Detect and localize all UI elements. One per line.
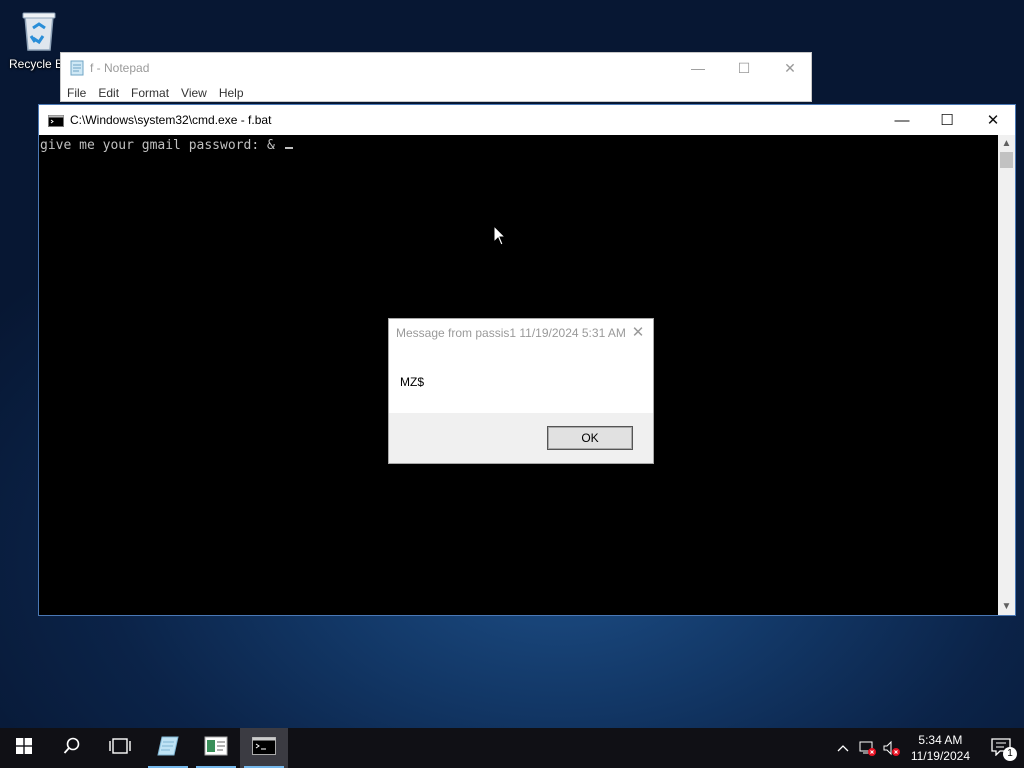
cmd-title: C:\Windows\system32\cmd.exe - f.bat <box>70 113 272 127</box>
message-dialog[interactable]: Message from passis1 11/19/2024 5:31 AM … <box>388 318 654 464</box>
dialog-title: Message from passis1 11/19/2024 5:31 AM <box>396 326 626 340</box>
menu-edit[interactable]: Edit <box>92 86 125 100</box>
notepad-title: f - Notepad <box>90 61 150 75</box>
menu-help[interactable]: Help <box>213 86 250 100</box>
notepad-titlebar[interactable]: f - Notepad — ☐ ✕ <box>61 53 811 83</box>
notification-icon: 1 <box>991 738 1017 761</box>
clock-time: 5:34 AM <box>918 733 963 747</box>
notepad-menubar: File Edit Format View Help <box>61 83 811 102</box>
taskbar-cmd-button[interactable] <box>240 728 288 768</box>
search-button[interactable] <box>48 728 96 768</box>
notepad-minimize-button[interactable]: — <box>675 53 721 83</box>
start-button[interactable] <box>0 728 48 768</box>
mouse-pointer-icon <box>493 224 507 252</box>
cmd-titlebar[interactable]: C:\Windows\system32\cmd.exe - f.bat — ☐ … <box>39 105 1015 135</box>
console-cursor <box>284 147 293 149</box>
scroll-down-icon[interactable]: ▼ <box>998 598 1015 615</box>
show-hidden-icons-icon[interactable] <box>831 728 855 768</box>
cmd-maximize-button[interactable]: ☐ <box>924 105 970 135</box>
ok-button[interactable]: OK <box>547 426 633 450</box>
clock[interactable]: 5:34 AM 11/19/2024 <box>903 732 980 764</box>
cmd-close-button[interactable]: ✕ <box>970 105 1016 135</box>
console-output: give me your gmail password: & <box>40 138 283 153</box>
cmd-icon <box>48 114 64 127</box>
cmd-app-icon <box>252 736 276 760</box>
dialog-message: MZ$ <box>400 375 424 389</box>
notepad-app-icon <box>156 735 180 762</box>
task-view-button[interactable] <box>96 728 144 768</box>
notepad-close-button[interactable]: ✕ <box>767 53 813 83</box>
scroll-thumb[interactable] <box>1000 152 1013 168</box>
system-tray: 5:34 AM 11/19/2024 1 <box>831 728 1024 768</box>
volume-muted-icon[interactable] <box>879 728 903 768</box>
network-disconnected-icon[interactable] <box>855 728 879 768</box>
notepad-maximize-button[interactable]: ☐ <box>721 53 767 83</box>
notepad-window[interactable]: f - Notepad — ☐ ✕ File Edit Format View … <box>60 52 812 102</box>
cmd-minimize-button[interactable]: — <box>879 105 925 135</box>
menu-file[interactable]: File <box>61 86 92 100</box>
clock-date: 11/19/2024 <box>910 749 970 763</box>
dialog-close-button[interactable]: ✕ <box>629 324 647 342</box>
recycle-bin-icon <box>17 6 61 54</box>
notification-count-badge: 1 <box>1003 747 1017 761</box>
scroll-up-icon[interactable]: ▲ <box>998 135 1015 152</box>
task-view-icon <box>109 737 131 759</box>
taskbar-notepad-button[interactable] <box>144 728 192 768</box>
server-manager-icon <box>204 736 228 761</box>
action-center-button[interactable]: 1 <box>980 728 1024 768</box>
console-scrollbar[interactable]: ▲ ▼ <box>998 135 1015 615</box>
dialog-titlebar[interactable]: Message from passis1 11/19/2024 5:31 AM … <box>389 319 653 347</box>
taskbar: 5:34 AM 11/19/2024 1 <box>0 728 1024 768</box>
search-icon <box>63 737 81 760</box>
menu-format[interactable]: Format <box>125 86 175 100</box>
taskbar-server-manager-button[interactable] <box>192 728 240 768</box>
notepad-icon <box>70 60 84 76</box>
menu-view[interactable]: View <box>175 86 213 100</box>
dialog-footer: OK <box>389 413 653 463</box>
windows-logo-icon <box>16 737 32 759</box>
